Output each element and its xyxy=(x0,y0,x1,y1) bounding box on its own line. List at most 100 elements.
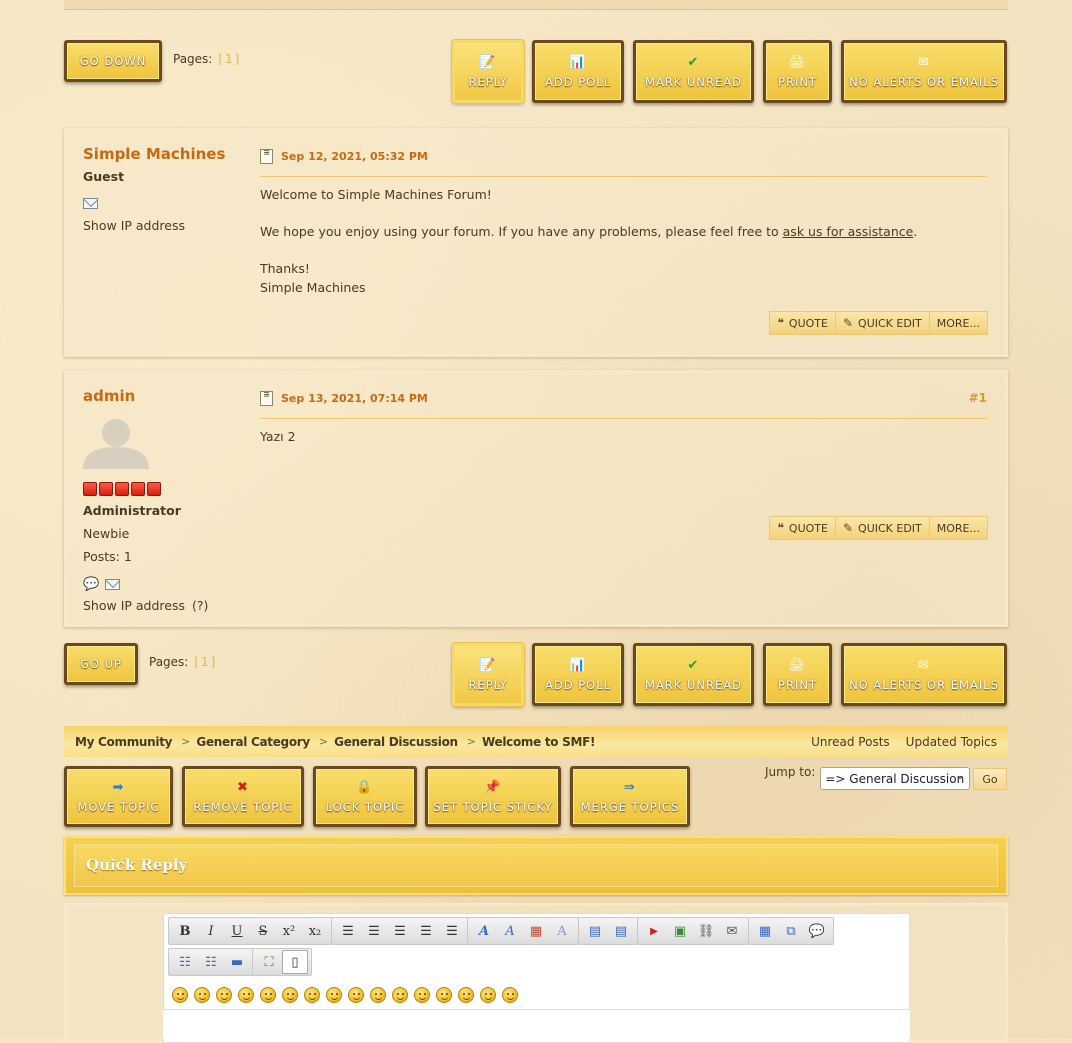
smiley-icon[interactable] xyxy=(216,987,232,1003)
float-left-icon[interactable]: ▤ xyxy=(582,919,608,943)
smiley-icon[interactable] xyxy=(458,987,474,1003)
smiley-icon[interactable] xyxy=(260,987,276,1003)
email-link-icon[interactable]: ✉ xyxy=(719,919,745,943)
font-size-icon[interactable]: A xyxy=(497,919,523,943)
quote-button[interactable]: ❝ Quote xyxy=(769,516,835,540)
underline-icon[interactable]: U xyxy=(224,919,250,943)
image-icon[interactable]: ▣ xyxy=(667,919,693,943)
post-number[interactable]: #1 xyxy=(969,391,987,405)
subscript-icon[interactable]: x₂ xyxy=(302,919,328,943)
jump-select[interactable]: => General Discussion xyxy=(820,767,971,790)
align-right-icon[interactable]: ☰ xyxy=(413,919,439,943)
maximize-icon[interactable]: ⛶ xyxy=(256,950,282,974)
lock-topic-button[interactable]: 🔒 Lock Topic xyxy=(313,766,417,827)
poster-name[interactable]: Simple Machines xyxy=(83,145,225,163)
smiley-icon[interactable] xyxy=(392,987,408,1003)
link-icon[interactable]: ⛓ xyxy=(693,919,719,943)
smiley-icon[interactable] xyxy=(238,987,254,1003)
reply-button[interactable]: 📝 Reply xyxy=(452,40,524,103)
float-toolbar: ▤ ▤ xyxy=(578,917,638,945)
poster-name[interactable]: admin xyxy=(83,387,135,405)
bullet-list-icon[interactable]: ☷ xyxy=(172,950,198,974)
bold-icon[interactable]: B xyxy=(172,919,198,943)
breadcrumb-item[interactable]: General Discussion xyxy=(334,735,458,749)
message-textarea[interactable] xyxy=(163,1009,910,1039)
sticky-topic-button[interactable]: 📌 Set topic sticky xyxy=(425,766,561,827)
assistance-link[interactable]: ask us for assistance xyxy=(783,224,914,239)
align-left-icon[interactable]: ☰ xyxy=(361,919,387,943)
superscript-icon[interactable]: x² xyxy=(276,919,302,943)
print-button[interactable]: 🖨 Print xyxy=(763,40,832,103)
pm-icon[interactable]: 💬 xyxy=(83,577,99,592)
smiley-icon[interactable] xyxy=(348,987,364,1003)
post-date[interactable]: ≡ Sep 13, 2021, 07:14 PM xyxy=(260,391,428,406)
current-page-link[interactable]: [1] xyxy=(218,52,241,66)
star-icon xyxy=(147,482,161,496)
email-icon[interactable] xyxy=(83,198,98,209)
code-icon[interactable]: ⧉ xyxy=(778,919,804,943)
show-ip-link[interactable]: Show IP address xyxy=(83,598,185,613)
smiley-icon[interactable] xyxy=(370,987,386,1003)
smiley-icon[interactable] xyxy=(414,987,430,1003)
move-topic-button[interactable]: ➡ Move Topic xyxy=(64,766,173,827)
breadcrumb-separator: > xyxy=(318,735,329,748)
quick-edit-label: Quick Edit xyxy=(858,521,922,535)
remove-format-icon[interactable]: A xyxy=(549,919,575,943)
strikethrough-icon[interactable]: S xyxy=(250,919,276,943)
justify-icon[interactable]: ☰ xyxy=(439,919,465,943)
mark-unread-button[interactable]: ✔ Mark unread xyxy=(633,40,754,103)
no-alerts-button[interactable]: ✉ No Alerts or Emails xyxy=(841,643,1007,706)
smiley-icon[interactable] xyxy=(480,987,496,1003)
smiley-icon[interactable] xyxy=(326,987,342,1003)
post-date[interactable]: ≡ Sep 12, 2021, 05:32 PM xyxy=(260,149,428,164)
add-poll-button[interactable]: 📊 Add Poll xyxy=(532,643,624,706)
breadcrumb-item[interactable]: My Community xyxy=(75,735,172,749)
color-icon[interactable]: ▦ xyxy=(523,919,549,943)
smiley-icon[interactable] xyxy=(502,987,518,1003)
quote-button[interactable]: ❝ Quote xyxy=(769,311,835,335)
youtube-icon[interactable]: ▶ xyxy=(641,919,667,943)
email-icon[interactable] xyxy=(105,579,120,590)
quick-edit-button[interactable]: ✎ Quick Edit xyxy=(834,311,929,335)
updated-topics-link[interactable]: Updated Topics xyxy=(906,735,997,749)
reply-label: Reply xyxy=(468,74,508,89)
align-center-icon[interactable]: ☰ xyxy=(387,919,413,943)
breadcrumb: My Community > General Category > Genera… xyxy=(64,726,1008,757)
horizontal-rule-icon[interactable]: ▬ xyxy=(224,950,250,974)
jump-label: Jump to: xyxy=(765,764,816,779)
merge-topics-button[interactable]: ⇛ Merge Topics xyxy=(570,766,690,827)
table-icon[interactable]: ▦ xyxy=(752,919,778,943)
add-poll-button[interactable]: 📊 Add Poll xyxy=(532,40,624,103)
mark-unread-button[interactable]: ✔ Mark unread xyxy=(633,643,754,706)
italic-icon[interactable]: I xyxy=(198,919,224,943)
quick-edit-button[interactable]: ✎ Quick Edit xyxy=(834,516,929,540)
unread-posts-link[interactable]: Unread Posts xyxy=(811,735,890,749)
more-button[interactable]: More... xyxy=(928,516,988,540)
quote-insert-icon[interactable]: 💬 xyxy=(804,919,830,943)
print-button[interactable]: 🖨 Print xyxy=(763,643,832,706)
source-mode-icon[interactable]: ▯ xyxy=(282,950,308,974)
pre-icon[interactable]: ☰ xyxy=(335,919,361,943)
print-icon: 🖨 xyxy=(788,54,807,70)
ip-help-link[interactable]: (?) xyxy=(192,598,208,613)
font-face-icon[interactable]: A xyxy=(471,919,497,943)
smiley-icon[interactable] xyxy=(436,987,452,1003)
smiley-icon[interactable] xyxy=(194,987,210,1003)
smiley-icon[interactable] xyxy=(304,987,320,1003)
float-right-icon[interactable]: ▤ xyxy=(608,919,634,943)
ordered-list-icon[interactable]: ☷ xyxy=(198,950,224,974)
lock-topic-label: Lock Topic xyxy=(325,799,405,814)
show-ip-link[interactable]: Show IP address xyxy=(83,218,185,233)
breadcrumb-item[interactable]: Welcome to SMF! xyxy=(482,735,595,749)
breadcrumb-item[interactable]: General Category xyxy=(196,735,310,749)
current-page-link[interactable]: [1] xyxy=(194,655,217,669)
remove-topic-button[interactable]: ✖ Remove Topic xyxy=(182,766,304,827)
no-alerts-button[interactable]: ✉ No Alerts or Emails xyxy=(841,40,1007,103)
go-up-button[interactable]: Go Up xyxy=(64,643,138,685)
smiley-icon[interactable] xyxy=(282,987,298,1003)
more-button[interactable]: More... xyxy=(928,311,988,335)
smiley-icon[interactable] xyxy=(172,987,188,1003)
go-button[interactable]: Go xyxy=(973,768,1007,790)
reply-button[interactable]: 📝 Reply xyxy=(452,643,524,706)
go-down-button[interactable]: Go Down xyxy=(64,40,162,82)
